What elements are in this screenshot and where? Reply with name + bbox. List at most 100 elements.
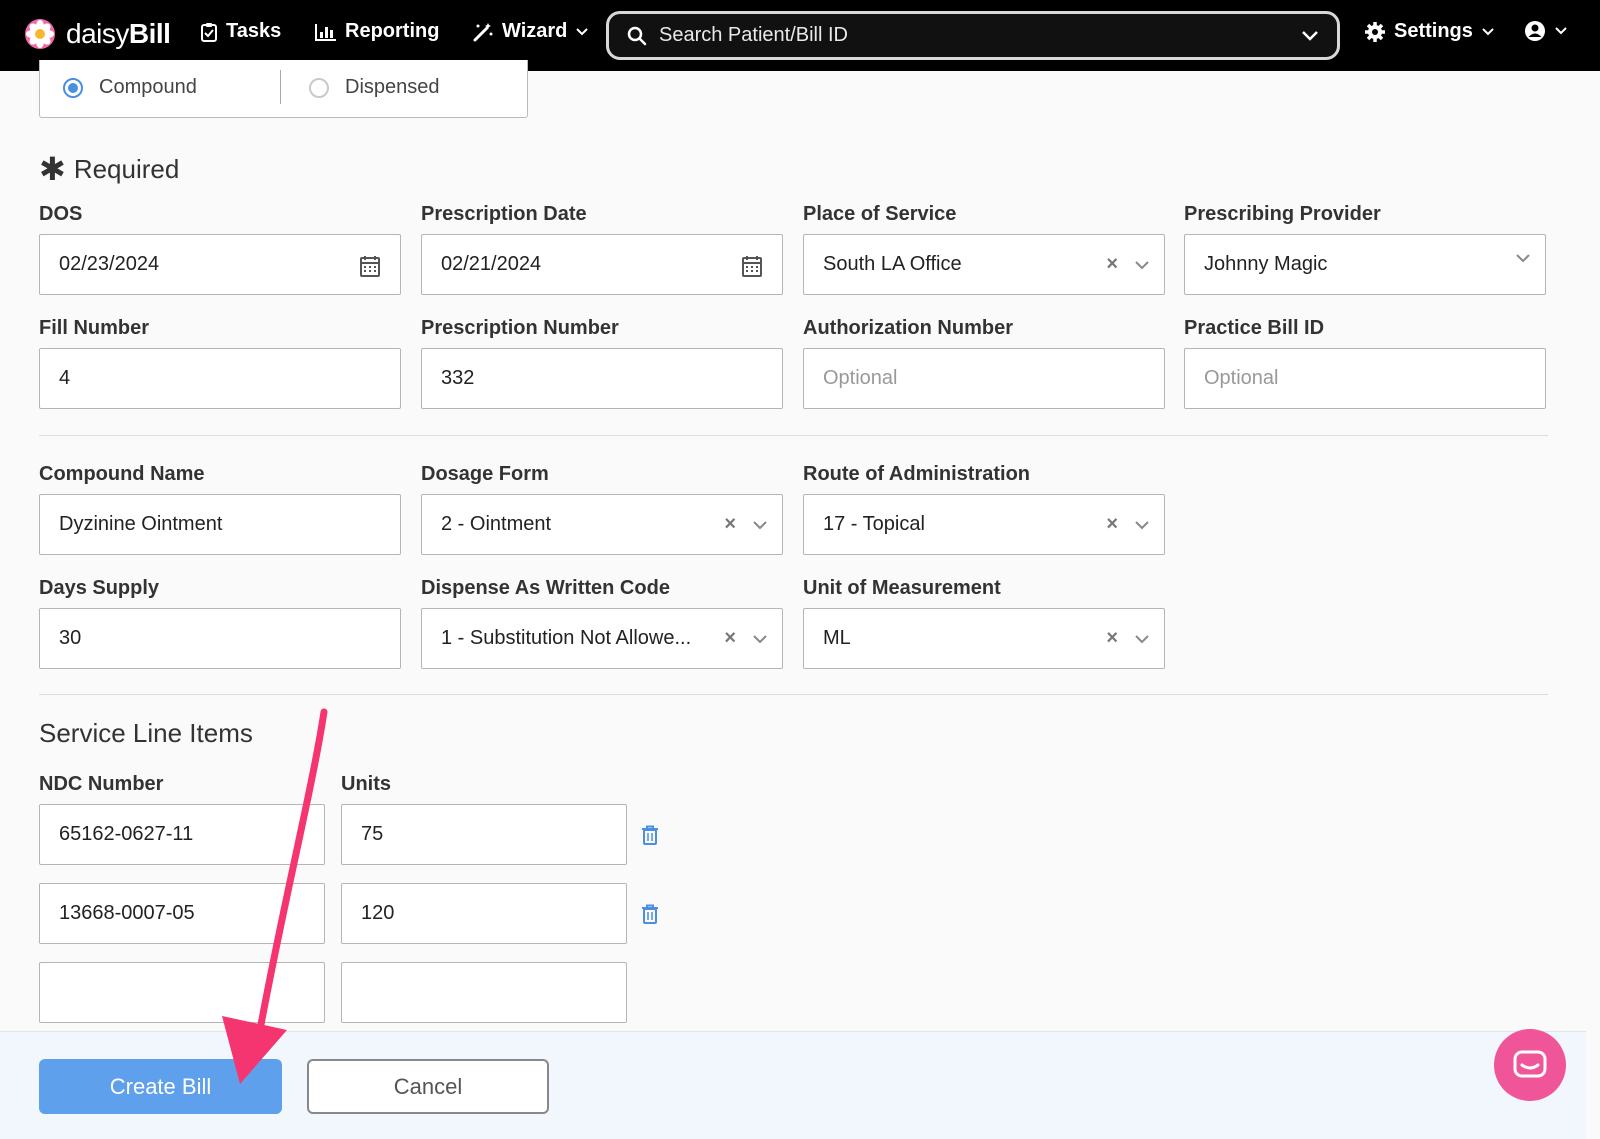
radio-unselected-indicator <box>309 77 329 98</box>
practice-bill-id-input[interactable]: Optional <box>1184 348 1546 409</box>
practice-bill-id-placeholder: Optional <box>1204 367 1279 389</box>
chevron-down-icon[interactable] <box>752 634 768 644</box>
trash-icon[interactable] <box>641 904 659 924</box>
nav-settings-label: Settings <box>1394 20 1473 42</box>
ndc-input[interactable]: 65162-0627-11 <box>39 804 325 865</box>
days-supply-value: 30 <box>59 627 82 649</box>
prescribing-provider-label: Prescribing Provider <box>1184 203 1381 225</box>
section-divider <box>39 694 1548 695</box>
clear-icon[interactable]: × <box>724 627 736 650</box>
nav-tasks[interactable]: Tasks <box>200 20 281 43</box>
units-value: 120 <box>361 902 395 924</box>
prescription-number-value: 332 <box>441 367 475 389</box>
dosage-form-label: Dosage Form <box>421 463 549 485</box>
nav-reporting[interactable]: Reporting <box>315 20 439 43</box>
unit-select[interactable]: ML × <box>803 608 1165 669</box>
daisybill-logo[interactable]: daisyBill <box>24 18 171 50</box>
bill-type-toggle: Compound Dispensed <box>39 60 528 118</box>
clear-icon[interactable]: × <box>1106 253 1118 276</box>
prescription-number-label: Prescription Number <box>421 317 619 339</box>
ndc-value: 65162-0627-11 <box>59 823 194 845</box>
place-of-service-select[interactable]: South LA Office × <box>803 234 1165 295</box>
fill-number-input[interactable]: 4 <box>39 348 401 409</box>
nav-tasks-label: Tasks <box>226 20 282 42</box>
nav-wizard-label: Wizard <box>502 20 568 42</box>
clear-icon[interactable]: × <box>1106 513 1118 536</box>
units-label: Units <box>341 773 391 795</box>
dos-value: 02/23/2024 <box>59 253 160 275</box>
fill-number-label: Fill Number <box>39 317 150 339</box>
radio-dispensed[interactable]: Dispensed <box>309 76 440 99</box>
logo-text-prefix: daisy <box>66 18 129 49</box>
prescription-date-value: 02/21/2024 <box>441 253 542 275</box>
calendar-icon[interactable] <box>742 255 762 277</box>
calendar-icon[interactable] <box>360 255 380 277</box>
nav-wizard[interactable]: Wizard <box>472 20 589 43</box>
logo-text-suffix: Bill <box>128 18 171 49</box>
chevron-down-icon[interactable] <box>1301 30 1319 42</box>
chat-icon <box>1513 1050 1547 1078</box>
dos-input[interactable]: 02/23/2024 <box>39 234 401 295</box>
gear-icon <box>1365 21 1385 42</box>
ndc-input-empty[interactable] <box>39 962 325 1023</box>
prescription-number-input[interactable]: 332 <box>421 348 783 409</box>
daisy-flower-icon <box>25 19 55 49</box>
daw-code-label: Dispense As Written Code <box>421 577 670 599</box>
daw-code-select[interactable]: 1 - Substitution Not Allowe... × <box>421 608 783 669</box>
radio-compound-label: Compound <box>99 76 197 98</box>
ndc-number-label: NDC Number <box>39 773 164 795</box>
authorization-number-input[interactable]: Optional <box>803 348 1165 409</box>
units-input-empty[interactable] <box>341 962 627 1023</box>
trash-icon[interactable] <box>641 825 659 845</box>
daw-code-value: 1 - Substitution Not Allowe... <box>441 627 692 649</box>
days-supply-label: Days Supply <box>39 577 160 599</box>
user-menu[interactable] <box>1524 20 1568 42</box>
units-value: 75 <box>361 823 384 845</box>
chevron-down-icon[interactable] <box>1134 520 1150 530</box>
unit-value: ML <box>823 627 851 649</box>
search-icon <box>627 26 647 45</box>
bar-chart-icon <box>315 23 336 41</box>
nav-reporting-label: Reporting <box>345 20 440 42</box>
authorization-number-placeholder: Optional <box>823 367 898 389</box>
section-divider <box>39 435 1548 436</box>
units-input[interactable]: 75 <box>341 804 627 865</box>
chat-launcher-button[interactable] <box>1494 1029 1566 1101</box>
chevron-down-icon[interactable] <box>1515 253 1531 263</box>
asterisk-icon: ✱ <box>39 151 66 187</box>
ndc-input[interactable]: 13668-0007-05 <box>39 883 325 944</box>
dosage-form-select[interactable]: 2 - Ointment × <box>421 494 783 555</box>
prescription-date-input[interactable]: 02/21/2024 <box>421 234 783 295</box>
radio-compound[interactable]: Compound <box>63 76 197 99</box>
patient-search-box[interactable] <box>606 11 1340 60</box>
cancel-button[interactable]: Cancel <box>307 1059 549 1114</box>
route-label: Route of Administration <box>803 463 1031 485</box>
chevron-down-icon[interactable] <box>1134 634 1150 644</box>
search-input[interactable] <box>659 24 1279 47</box>
route-select[interactable]: 17 - Topical × <box>803 494 1165 555</box>
chevron-down-icon <box>576 27 589 35</box>
compound-name-value: Dyzinine Ointment <box>59 513 223 535</box>
create-bill-button[interactable]: Create Bill <box>39 1059 282 1114</box>
chevron-down-icon[interactable] <box>1134 260 1150 270</box>
units-input[interactable]: 120 <box>341 883 627 944</box>
prescription-date-label: Prescription Date <box>421 203 587 225</box>
chevron-down-icon <box>1555 27 1567 35</box>
chevron-down-icon[interactable] <box>752 520 768 530</box>
place-of-service-value: South LA Office <box>823 253 962 275</box>
clear-icon[interactable]: × <box>1106 627 1118 650</box>
radio-selected-indicator <box>63 77 83 98</box>
dos-label: DOS <box>39 203 83 225</box>
magic-wand-icon <box>473 22 493 41</box>
compound-name-input[interactable]: Dyzinine Ointment <box>39 494 401 555</box>
clipboard-check-icon <box>201 22 217 42</box>
toggle-divider <box>280 70 281 104</box>
fill-number-value: 4 <box>59 367 71 389</box>
days-supply-input[interactable]: 30 <box>39 608 401 669</box>
prescribing-provider-select[interactable]: Johnny Magic <box>1184 234 1546 295</box>
compound-name-label: Compound Name <box>39 463 205 485</box>
service-line-items-heading: Service Line Items <box>39 718 253 748</box>
nav-settings[interactable]: Settings <box>1364 20 1495 43</box>
chevron-down-icon <box>1482 27 1494 35</box>
clear-icon[interactable]: × <box>724 513 736 536</box>
